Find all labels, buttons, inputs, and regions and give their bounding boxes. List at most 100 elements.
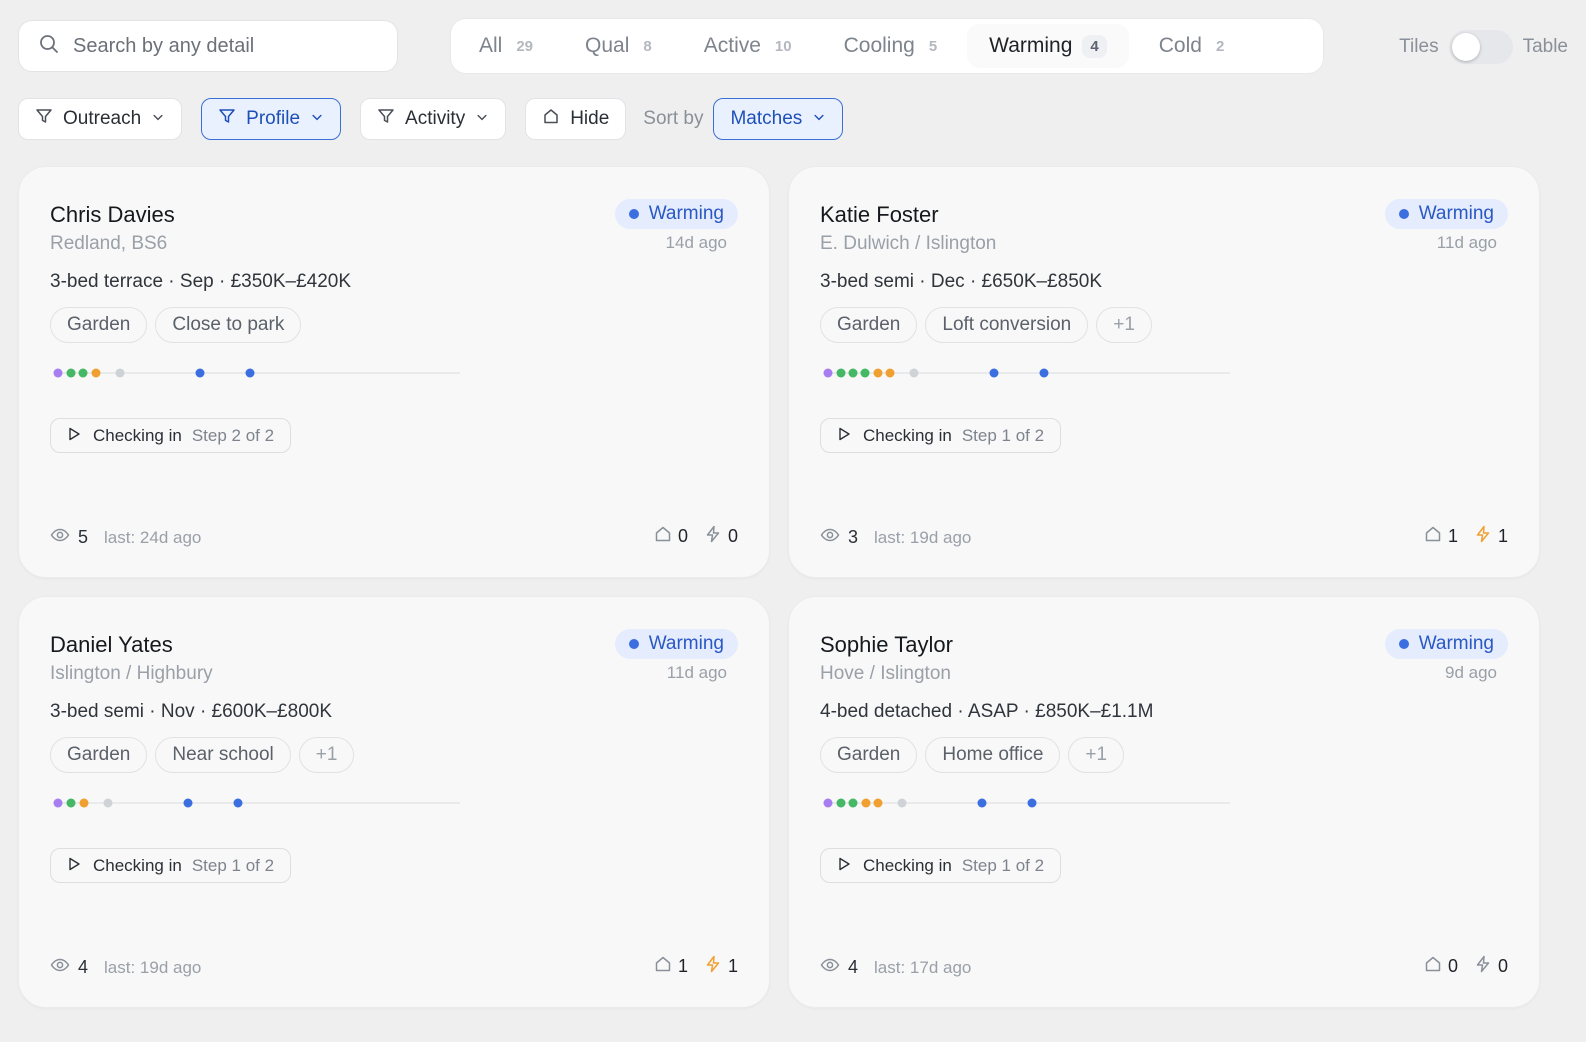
- view-toggle-tiles-label[interactable]: Tiles: [1399, 36, 1438, 58]
- timeline-container: [820, 365, 1240, 386]
- activity-filter-button[interactable]: Activity: [360, 98, 507, 140]
- tab-label: Warming: [989, 34, 1073, 57]
- lead-card[interactable]: Chris Davies Redland, BS6 3-bed terrace · …: [18, 166, 770, 578]
- timeline-dot: [873, 368, 883, 378]
- tab-cold[interactable]: Cold 2: [1137, 24, 1247, 68]
- homes-counter[interactable]: 0: [1424, 955, 1458, 978]
- step-label: Checking in: [93, 425, 182, 445]
- last-updated: 11d ago: [666, 663, 727, 682]
- tab-label: Qual: [585, 34, 630, 57]
- homes-counter[interactable]: 1: [1424, 525, 1458, 548]
- tag-list: Garden Close to park: [50, 307, 309, 343]
- status-dot-icon: [628, 209, 639, 219]
- tab-warming[interactable]: Warming 4: [967, 24, 1129, 68]
- lead-location: Redland, BS6: [50, 233, 168, 254]
- tab-cooling[interactable]: Cooling 5: [822, 24, 960, 68]
- timeline-dot: [823, 798, 833, 808]
- more-tags-chip[interactable]: +1: [1068, 737, 1125, 773]
- timeline-dot: [53, 798, 63, 808]
- timeline-dot: [1039, 368, 1049, 378]
- timeline-container: [50, 365, 470, 386]
- more-tags-chip[interactable]: +1: [298, 737, 355, 773]
- tab-active[interactable]: Active 10: [682, 24, 814, 68]
- timeline-dot: [823, 368, 833, 378]
- tag-chip[interactable]: Home office: [925, 737, 1061, 773]
- bolts-count: 1: [727, 956, 738, 976]
- play-icon: [67, 426, 93, 446]
- sort-select[interactable]: Matches: [713, 98, 844, 140]
- timeline-dot: [183, 798, 193, 808]
- lead-summary: 3-bed terrace · Sep · £350K–£420K: [50, 271, 352, 292]
- homes-counter[interactable]: 0: [654, 525, 688, 548]
- activity-timeline: [53, 798, 460, 808]
- tab-count: 8: [643, 37, 652, 55]
- last-viewed: last: 19d ago: [104, 957, 202, 977]
- timeline-dot: [989, 368, 999, 378]
- tab-all[interactable]: All 29: [457, 24, 555, 68]
- tag-chip[interactable]: Garden: [820, 307, 918, 343]
- tag-chip[interactable]: Loft conversion: [925, 307, 1089, 343]
- lead-card[interactable]: Sophie Taylor Hove / Islington 4-bed detac…: [788, 596, 1540, 1008]
- last-updated: 11d ago: [1436, 233, 1497, 252]
- step-number: Step 2 of 2: [191, 425, 275, 445]
- home-icon: [654, 525, 678, 548]
- lead-card[interactable]: Katie Foster E. Dulwich / Islington 3-bed …: [788, 166, 1540, 578]
- tab-count: 10: [774, 37, 792, 55]
- home-icon: [1424, 955, 1448, 978]
- last-viewed: last: 19d ago: [874, 527, 972, 547]
- lead-name[interactable]: Katie Foster: [820, 202, 939, 228]
- lead-card[interactable]: Daniel Yates Islington / Highbury 3-bed se…: [18, 596, 770, 1008]
- bolts-counter[interactable]: 0: [1474, 955, 1508, 978]
- status-badge: Warming: [1384, 199, 1508, 229]
- bolts-count: 1: [1497, 526, 1508, 546]
- tag-chip[interactable]: Garden: [820, 737, 918, 773]
- timeline-dot: [66, 798, 76, 808]
- lead-summary: 3-bed semi · Dec · £650K–£850K: [820, 271, 1102, 292]
- view-toggle-switch[interactable]: [1448, 30, 1513, 64]
- views-count: 4: [78, 957, 89, 977]
- view-toggle-knob[interactable]: [1451, 33, 1480, 61]
- timeline-container: [50, 795, 470, 816]
- outreach-filter-label: Outreach: [63, 108, 142, 129]
- hide-button[interactable]: Hide: [525, 98, 627, 140]
- timeline-dot: [78, 368, 88, 378]
- match-counters: 00: [638, 525, 738, 548]
- sequence-step-button[interactable]: Checking in Step 1 of 2: [820, 848, 1062, 883]
- outreach-filter-button[interactable]: Outreach: [18, 98, 183, 140]
- sequence-step-button[interactable]: Checking in Step 1 of 2: [820, 418, 1062, 453]
- bolt-icon: [704, 955, 728, 978]
- profile-filter-button[interactable]: Profile: [201, 98, 342, 140]
- sequence-step-button[interactable]: Checking in Step 1 of 2: [50, 848, 292, 883]
- search-input[interactable]: [73, 34, 373, 58]
- lead-name[interactable]: Daniel Yates: [50, 632, 173, 658]
- sequence-step-button[interactable]: Checking in Step 2 of 2: [50, 418, 292, 453]
- more-tags-chip[interactable]: +1: [1096, 307, 1152, 343]
- bolts-counter[interactable]: 0: [704, 525, 738, 548]
- tag-chip[interactable]: Close to park: [155, 307, 302, 343]
- tab-qual[interactable]: Qual 8: [563, 24, 674, 68]
- timeline-dot: [848, 798, 858, 808]
- bolts-counter[interactable]: 1: [704, 955, 738, 978]
- bolts-counter[interactable]: 1: [1474, 525, 1508, 548]
- play-icon: [67, 856, 93, 876]
- lead-name[interactable]: Chris Davies: [50, 202, 175, 228]
- homes-counter[interactable]: 1: [654, 955, 688, 978]
- lead-name[interactable]: Sophie Taylor: [820, 632, 953, 658]
- timeline-dot: [91, 368, 101, 378]
- timeline-dot: [195, 368, 205, 378]
- lead-summary: 4-bed detached · ASAP · £850K–£1.1M: [820, 701, 1154, 722]
- chevron-down-icon: [310, 108, 324, 130]
- tab-label: All: [479, 34, 503, 57]
- bolt-icon: [1474, 955, 1498, 978]
- tag-chip[interactable]: Garden: [50, 737, 148, 773]
- view-toggle-table-label[interactable]: Table: [1523, 36, 1568, 58]
- search-box[interactable]: [18, 20, 398, 72]
- tag-chip[interactable]: Near school: [155, 737, 291, 773]
- step-label: Checking in: [863, 425, 952, 445]
- views-stat: 4 last: 17d ago: [820, 955, 971, 980]
- home-icon: [1424, 525, 1448, 548]
- tag-chip[interactable]: Garden: [50, 307, 148, 343]
- last-viewed: last: 24d ago: [104, 527, 202, 547]
- eye-icon: [50, 525, 78, 550]
- chevron-down-icon: [475, 108, 489, 130]
